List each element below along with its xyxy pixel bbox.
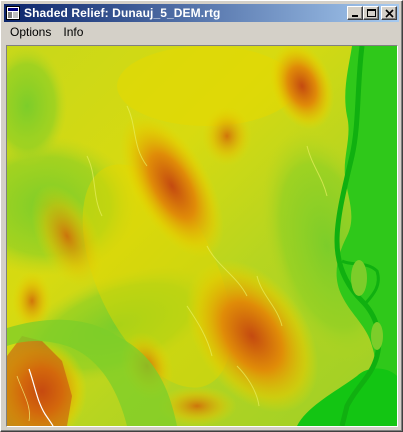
close-icon [385,9,394,18]
menu-info[interactable]: Info [57,23,89,42]
minimize-icon [352,15,358,17]
close-button[interactable] [381,6,397,20]
maximize-icon [367,9,376,17]
relief-map-canvas[interactable] [6,45,398,427]
app-window: Shaded Relief: Dunauj_5_DEM.rtg Options … [0,0,403,432]
window-controls [347,6,397,20]
minimize-button[interactable] [347,6,363,20]
shaded-relief-map[interactable] [7,46,397,426]
menu-options[interactable]: Options [4,23,57,42]
window-title: Shaded Relief: Dunauj_5_DEM.rtg [24,6,221,20]
menu-bar: Options Info [4,23,399,42]
title-bar[interactable]: Shaded Relief: Dunauj_5_DEM.rtg [4,4,399,22]
app-icon[interactable] [6,6,20,20]
maximize-button[interactable] [363,6,379,20]
